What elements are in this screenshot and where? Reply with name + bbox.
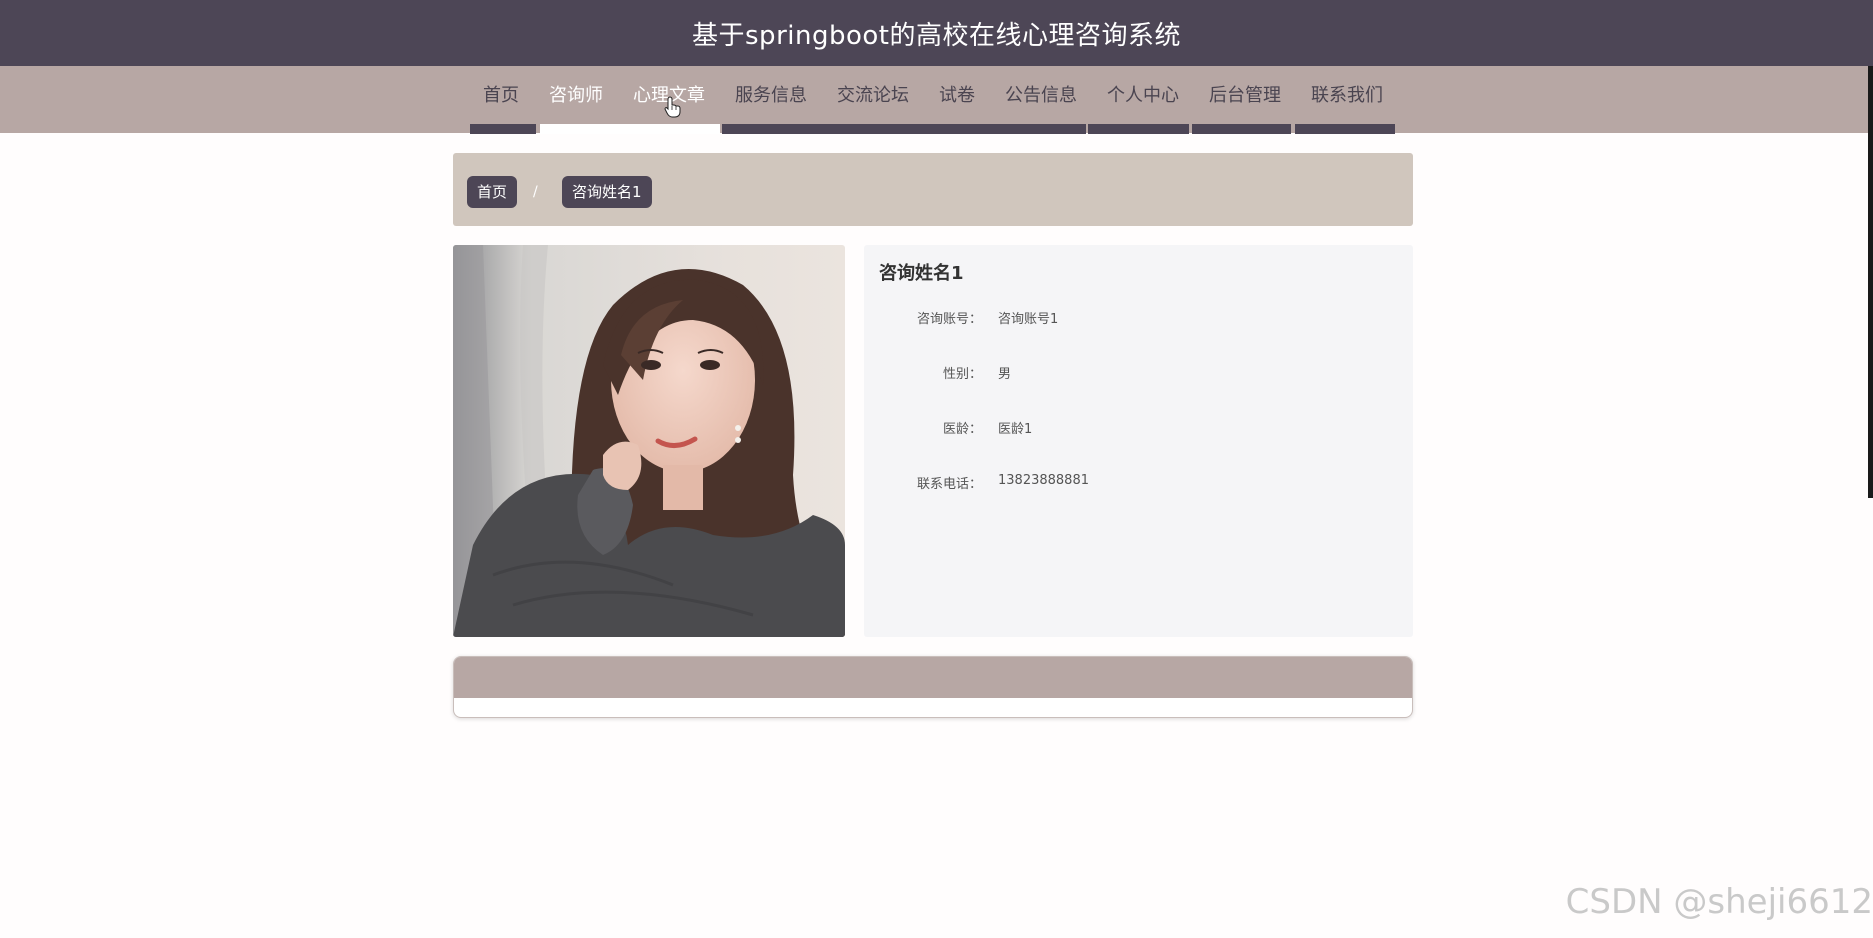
detail-content-card	[453, 656, 1413, 718]
nav-indicator-active	[540, 124, 720, 134]
nav-indicator	[470, 124, 536, 134]
breadcrumb-separator: /	[533, 184, 538, 200]
nav-item-contact[interactable]: 联系我们	[1296, 81, 1398, 107]
breadcrumb-home[interactable]: 首页	[467, 176, 518, 208]
card-header	[454, 657, 1412, 698]
site-title: 基于springboot的高校在线心理咨询系统	[692, 20, 1181, 51]
scrollbar[interactable]	[1868, 66, 1873, 498]
nav-indicator	[1088, 124, 1189, 134]
nav-item-home[interactable]: 首页	[468, 81, 534, 107]
info-value: 13823888881	[998, 473, 1089, 488]
nav-indicator	[722, 124, 1086, 134]
info-row-experience: 医龄： 医龄1	[864, 418, 1413, 438]
nav-indicator	[1192, 124, 1291, 134]
breadcrumb: 首页 / 咨询姓名1	[453, 153, 1413, 226]
info-value: 咨询账号1	[998, 312, 1059, 327]
counselor-info-panel: 咨询姓名1 咨询账号： 咨询账号1 性别： 男 医龄： 医龄1 联系电话： 13…	[864, 245, 1413, 637]
counselor-name: 咨询姓名1	[879, 263, 964, 284]
info-label: 性别：	[942, 367, 982, 382]
breadcrumb-current: 咨询姓名1	[562, 176, 652, 208]
nav-item-forum[interactable]: 交流论坛	[822, 81, 924, 107]
nav-menu: 首页 咨询师 心理文章 服务信息 交流论坛 试卷 公告信息 个人中心 后台管理 …	[468, 66, 1398, 122]
info-label: 咨询账号：	[916, 312, 982, 327]
portrait-image	[453, 245, 845, 637]
nav-item-exam[interactable]: 试卷	[924, 81, 990, 107]
info-value: 男	[998, 367, 1012, 382]
info-row-phone: 联系电话： 13823888881	[864, 473, 1413, 493]
hand-cursor-icon	[664, 96, 681, 118]
counselor-photo	[453, 245, 845, 637]
nav-item-profile[interactable]: 个人中心	[1092, 81, 1194, 107]
nav-item-notice[interactable]: 公告信息	[990, 81, 1092, 107]
nav-item-admin[interactable]: 后台管理	[1194, 81, 1296, 107]
watermark: CSDN @sheji6612	[1565, 882, 1873, 922]
main-nav: 首页 咨询师 心理文章 服务信息 交流论坛 试卷 公告信息 个人中心 后台管理 …	[0, 66, 1873, 133]
site-header: 基于springboot的高校在线心理咨询系统	[0, 0, 1873, 66]
info-row-gender: 性别： 男	[864, 363, 1413, 383]
info-row-account: 咨询账号： 咨询账号1	[864, 308, 1413, 328]
info-label: 医龄：	[942, 422, 982, 437]
nav-item-services[interactable]: 服务信息	[720, 81, 822, 107]
info-value: 医龄1	[998, 422, 1033, 437]
nav-item-counselor[interactable]: 咨询师	[534, 81, 618, 107]
info-label: 联系电话：	[916, 477, 982, 492]
nav-indicator	[1295, 124, 1395, 134]
